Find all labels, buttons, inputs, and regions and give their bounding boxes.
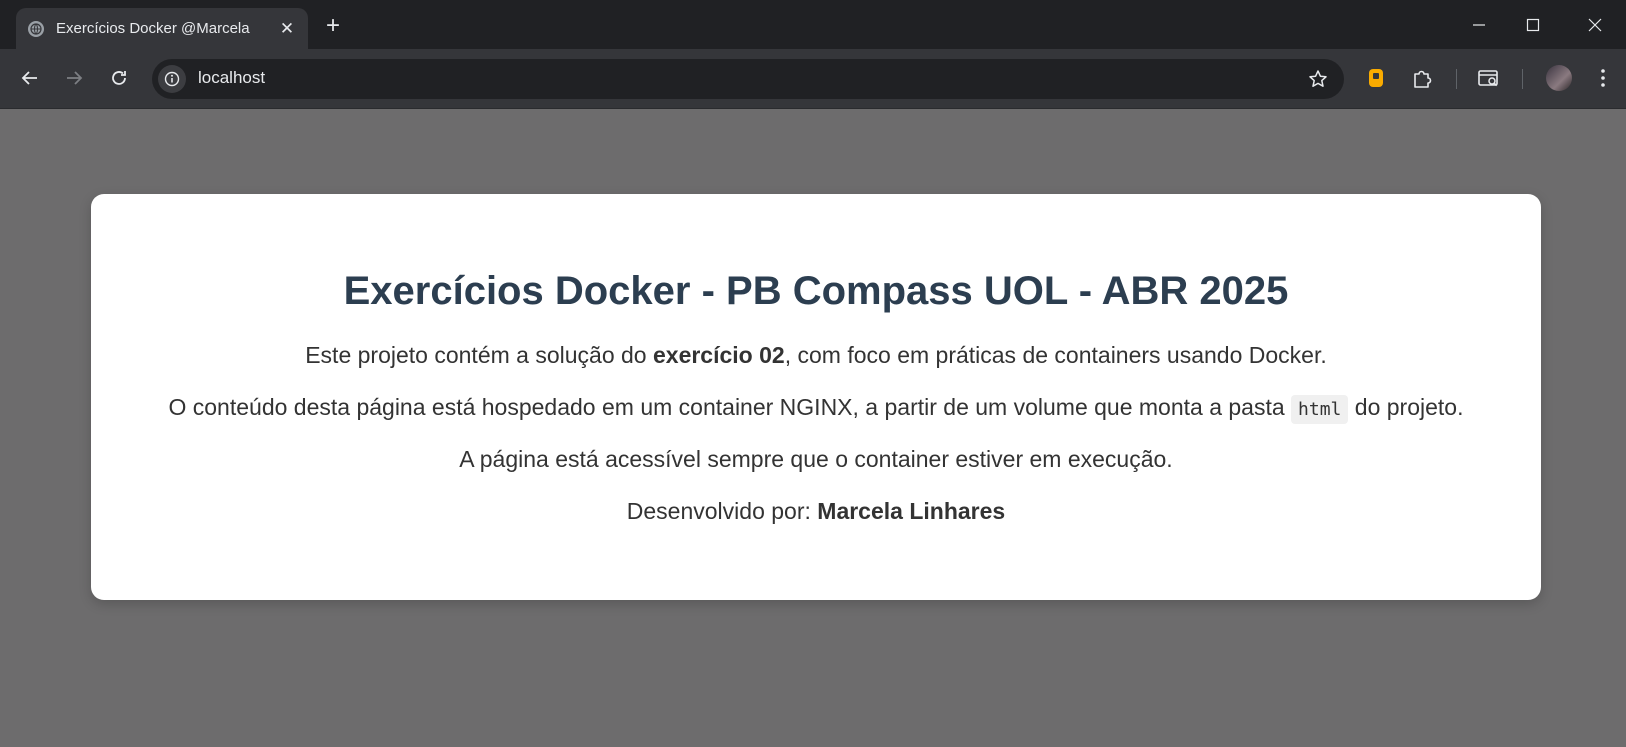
paragraph-author: Desenvolvido por: Marcela Linhares [91, 496, 1541, 526]
tab-search-icon[interactable] [1476, 65, 1502, 91]
browser-toolbar: localhost [0, 49, 1626, 109]
new-tab-button[interactable]: + [320, 13, 346, 39]
tab-close-icon[interactable]: ✕ [276, 18, 298, 40]
more-menu-icon[interactable] [1590, 65, 1616, 91]
paragraph-text: O conteúdo desta página está hospedado e… [168, 394, 1292, 420]
content-card: Exercícios Docker - PB Compass UOL - ABR… [91, 194, 1541, 600]
back-arrow-icon[interactable] [14, 62, 46, 94]
site-info-icon[interactable] [158, 65, 186, 93]
paragraph-exercise: Este projeto contém a solução do exercíc… [91, 340, 1541, 370]
maximize-icon[interactable] [1510, 8, 1556, 42]
folder-code: html [1291, 395, 1349, 424]
paragraph-text: Este projeto contém a solução do [305, 342, 653, 368]
reload-icon[interactable] [103, 62, 135, 94]
extension-badge-icon[interactable] [1363, 65, 1389, 91]
author-label: Desenvolvido por: [626, 498, 818, 524]
address-bar[interactable]: localhost [152, 59, 1344, 99]
paragraph-text: , com foco em práticas de containers usa… [784, 342, 1327, 368]
forward-arrow-icon[interactable] [58, 62, 90, 94]
profile-avatar[interactable] [1546, 65, 1572, 91]
minimize-icon[interactable] [1456, 8, 1502, 42]
toolbar-divider [1522, 69, 1523, 89]
page-viewport: Exercícios Docker - PB Compass UOL - ABR… [0, 109, 1626, 747]
extensions-puzzle-icon[interactable] [1409, 65, 1435, 91]
author-name: Marcela Linhares [817, 498, 1006, 524]
paragraph-availability: A página está acessível sempre que o con… [459, 446, 1173, 472]
close-window-icon[interactable] [1572, 8, 1618, 42]
tab-strip: Exercícios Docker @Marcela ✕ + [0, 0, 1626, 49]
paragraph-hosting: O conteúdo desta página está hospedado e… [91, 392, 1541, 425]
toolbar-divider [1456, 69, 1457, 89]
tab-title: Exercícios Docker @Marcela [56, 20, 250, 37]
exercise-name: exercício 02 [652, 342, 785, 368]
page-title: Exercícios Docker - PB Compass UOL - ABR… [343, 269, 1289, 313]
browser-tab[interactable]: Exercícios Docker @Marcela ✕ [16, 8, 308, 49]
paragraph-text: do projeto. [1348, 394, 1464, 420]
bookmark-star-icon[interactable] [1306, 67, 1330, 91]
globe-icon [28, 20, 44, 37]
url-text[interactable]: localhost [198, 68, 265, 88]
